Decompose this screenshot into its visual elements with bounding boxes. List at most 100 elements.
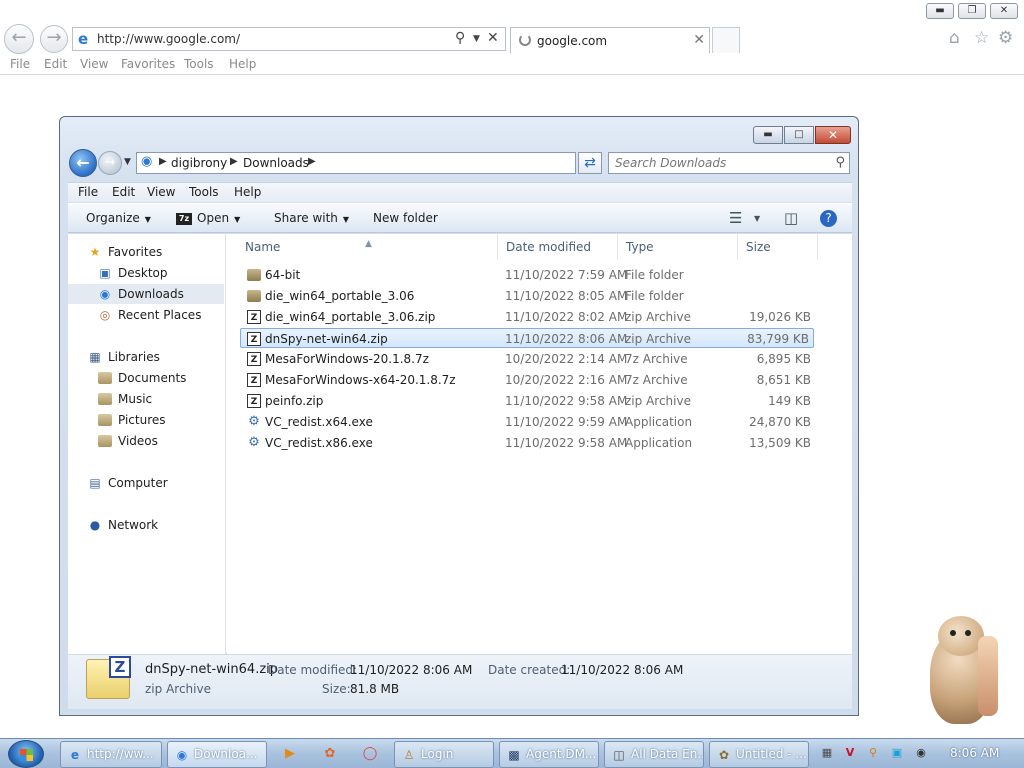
breadcrumb-chevron-icon[interactable]: ▶ bbox=[230, 156, 238, 167]
minimize-button[interactable]: ▬ bbox=[926, 3, 954, 19]
explorer-forward-button[interactable]: → bbox=[98, 151, 122, 175]
nav-recent-places[interactable]: ◎ Recent Places bbox=[68, 305, 224, 325]
nav-videos[interactable]: Videos bbox=[68, 431, 224, 451]
tray-v-icon[interactable]: V bbox=[843, 746, 857, 760]
close-button[interactable]: ✕ bbox=[990, 3, 1018, 19]
arrow-left-icon: ← bbox=[11, 27, 27, 48]
arrow-left-icon: ← bbox=[76, 153, 90, 172]
menu-edit[interactable]: Edit bbox=[44, 57, 67, 71]
nav-downloads[interactable]: ◉ Downloads bbox=[68, 284, 224, 304]
search-icon[interactable]: ⚲ bbox=[455, 30, 465, 46]
menu-file[interactable]: File bbox=[78, 185, 98, 199]
tray-display-icon[interactable]: ▣ bbox=[890, 746, 904, 760]
close-tab-icon[interactable]: ✕ bbox=[693, 32, 705, 48]
file-row[interactable]: die_win64_portable_3.06 11/10/2022 8:05 … bbox=[241, 286, 815, 306]
refresh-button[interactable]: ⇄ bbox=[578, 152, 602, 174]
nav-libraries[interactable]: ▦ Libraries bbox=[68, 347, 224, 367]
taskbar-item-login[interactable]: ♙ Login bbox=[394, 741, 494, 768]
taskbar-item-downloads[interactable]: ◉ Downloa... bbox=[167, 741, 267, 768]
nav-favorites[interactable]: ★ Favorites bbox=[68, 242, 224, 262]
explorer-maximize-button[interactable]: □ bbox=[784, 126, 814, 144]
file-row[interactable]: Z MesaForWindows-x64-20.1.8.7z 10/20/202… bbox=[241, 370, 815, 390]
menu-view[interactable]: View bbox=[80, 57, 108, 71]
file-row[interactable]: Z MesaForWindows-20.1.8.7z 10/20/2022 2:… bbox=[241, 349, 815, 369]
browser-tab[interactable]: google.com ✕ bbox=[510, 27, 710, 53]
gear-icon[interactable]: ⚙ bbox=[998, 28, 1013, 48]
nav-desktop[interactable]: ▣ Desktop bbox=[68, 263, 224, 283]
file-row-selected[interactable]: Z dnSpy-net-win64.zip 11/10/2022 8:06 AM… bbox=[240, 328, 814, 348]
address-bar[interactable]: e http://www.google.com/ ⚲ ▼ ✕ bbox=[72, 27, 506, 51]
explorer-back-button[interactable]: ← bbox=[69, 149, 97, 177]
search-box[interactable]: ⚲ bbox=[608, 152, 850, 174]
dropdown-arrow-icon: ▼ bbox=[144, 215, 151, 224]
menu-help[interactable]: Help bbox=[229, 57, 256, 71]
restore-button[interactable]: ❐ bbox=[958, 3, 986, 19]
location-icon: ◉ bbox=[141, 154, 153, 169]
file-row[interactable]: Z die_win64_portable_3.06.zip 11/10/2022… bbox=[241, 307, 815, 327]
menu-favorites[interactable]: Favorites bbox=[121, 57, 175, 71]
back-button[interactable]: ← bbox=[4, 24, 34, 54]
menu-file[interactable]: File bbox=[10, 57, 30, 71]
archive-icon: Z bbox=[247, 394, 261, 408]
tray-speaker-icon[interactable]: ◉ bbox=[914, 746, 928, 760]
column-header-date-modified[interactable]: Date modified bbox=[498, 234, 618, 260]
taskbar-item-all-data[interactable]: ◫ All Data En... bbox=[604, 741, 704, 768]
menu-edit[interactable]: Edit bbox=[112, 185, 135, 199]
file-row[interactable]: Z peinfo.zip 11/10/2022 9:58 AM zip Arch… bbox=[241, 391, 815, 411]
tray-app-icon[interactable]: ▦ bbox=[820, 746, 834, 760]
file-row[interactable]: ⚙ VC_redist.x86.exe 11/10/2022 9:58 AM A… bbox=[241, 433, 815, 453]
nav-computer[interactable]: ▤ Computer bbox=[68, 473, 224, 493]
taskbar-item-untitled[interactable]: ✿ Untitled - ... bbox=[709, 741, 809, 768]
dropdown-arrow-icon[interactable]: ▼ bbox=[473, 34, 480, 44]
taskbar-item-agent[interactable]: ▩ Agent.DM... bbox=[499, 741, 599, 768]
tray-magnifier-icon[interactable]: ⚲ bbox=[866, 746, 880, 760]
menu-tools[interactable]: Tools bbox=[184, 57, 214, 71]
nav-network[interactable]: ● Network bbox=[68, 515, 224, 535]
start-button[interactable] bbox=[8, 740, 44, 768]
help-icon[interactable]: ? bbox=[820, 210, 837, 227]
search-input[interactable] bbox=[615, 155, 815, 171]
recent-pages-dropdown-icon[interactable]: ▼ bbox=[124, 157, 131, 167]
explorer-menubar: File Edit View Tools Help bbox=[68, 182, 852, 202]
nav-documents[interactable]: Documents bbox=[68, 368, 224, 388]
explorer-close-button[interactable]: ✕ bbox=[815, 126, 851, 144]
new-tab-button[interactable] bbox=[712, 27, 740, 53]
home-icon[interactable]: ⌂ bbox=[949, 28, 960, 48]
open-button[interactable]: Open ▼ bbox=[197, 211, 240, 225]
breadcrumb-digibrony[interactable]: digibrony bbox=[171, 156, 227, 170]
menu-help[interactable]: Help bbox=[234, 185, 261, 199]
nav-pictures[interactable]: Pictures bbox=[68, 410, 224, 430]
new-folder-button[interactable]: New folder bbox=[373, 211, 438, 225]
stop-icon[interactable]: ✕ bbox=[487, 30, 499, 46]
desktop-hamster-mascot[interactable] bbox=[916, 616, 1024, 736]
address-url[interactable]: http://www.google.com/ bbox=[97, 32, 240, 46]
favorites-star-icon[interactable]: ☆ bbox=[974, 28, 989, 48]
explorer-minimize-button[interactable]: ▬ bbox=[753, 126, 783, 144]
share-with-button[interactable]: Share with ▼ bbox=[274, 211, 349, 225]
menu-view[interactable]: View bbox=[147, 185, 175, 199]
search-icon[interactable]: ⚲ bbox=[835, 155, 845, 170]
menu-tools[interactable]: Tools bbox=[189, 185, 219, 199]
paint-icon[interactable]: ✿ bbox=[319, 743, 341, 765]
column-header-name[interactable]: ▲ Name bbox=[227, 234, 498, 260]
explorer-address-bar[interactable]: ◉ ▶ digibrony ▶ Downloads ▶ ▼ bbox=[136, 152, 645, 174]
column-header-type[interactable]: Type bbox=[618, 234, 738, 260]
view-options-icon[interactable]: ☰ bbox=[729, 209, 742, 227]
organize-button[interactable]: Organize ▼ bbox=[86, 211, 151, 225]
network-icon: ● bbox=[89, 518, 101, 532]
file-row[interactable]: 64-bit 11/10/2022 7:59 AM File folder bbox=[241, 265, 815, 285]
forward-button[interactable]: → bbox=[40, 25, 68, 53]
taskbar-item-ie[interactable]: e http://ww... bbox=[60, 741, 162, 768]
navigation-pane: ★ Favorites ▣ Desktop ◉ Downloads ◎ Rece… bbox=[68, 234, 226, 654]
breadcrumb-downloads[interactable]: Downloads bbox=[243, 156, 309, 170]
breadcrumb-chevron-icon[interactable]: ▶ bbox=[308, 156, 316, 167]
media-player-icon[interactable]: ▶ bbox=[279, 743, 301, 765]
column-header-size[interactable]: Size bbox=[738, 234, 818, 260]
dropdown-arrow-icon[interactable]: ▼ bbox=[754, 214, 760, 223]
clock[interactable]: 8:06 AM bbox=[950, 746, 999, 760]
nav-music[interactable]: Music bbox=[68, 389, 224, 409]
file-row[interactable]: ⚙ VC_redist.x64.exe 11/10/2022 9:59 AM A… bbox=[241, 412, 815, 432]
preview-pane-icon[interactable]: ◫ bbox=[784, 209, 798, 227]
breadcrumb-chevron-icon[interactable]: ▶ bbox=[159, 156, 167, 167]
chrome-icon[interactable]: ◯ bbox=[359, 743, 381, 765]
